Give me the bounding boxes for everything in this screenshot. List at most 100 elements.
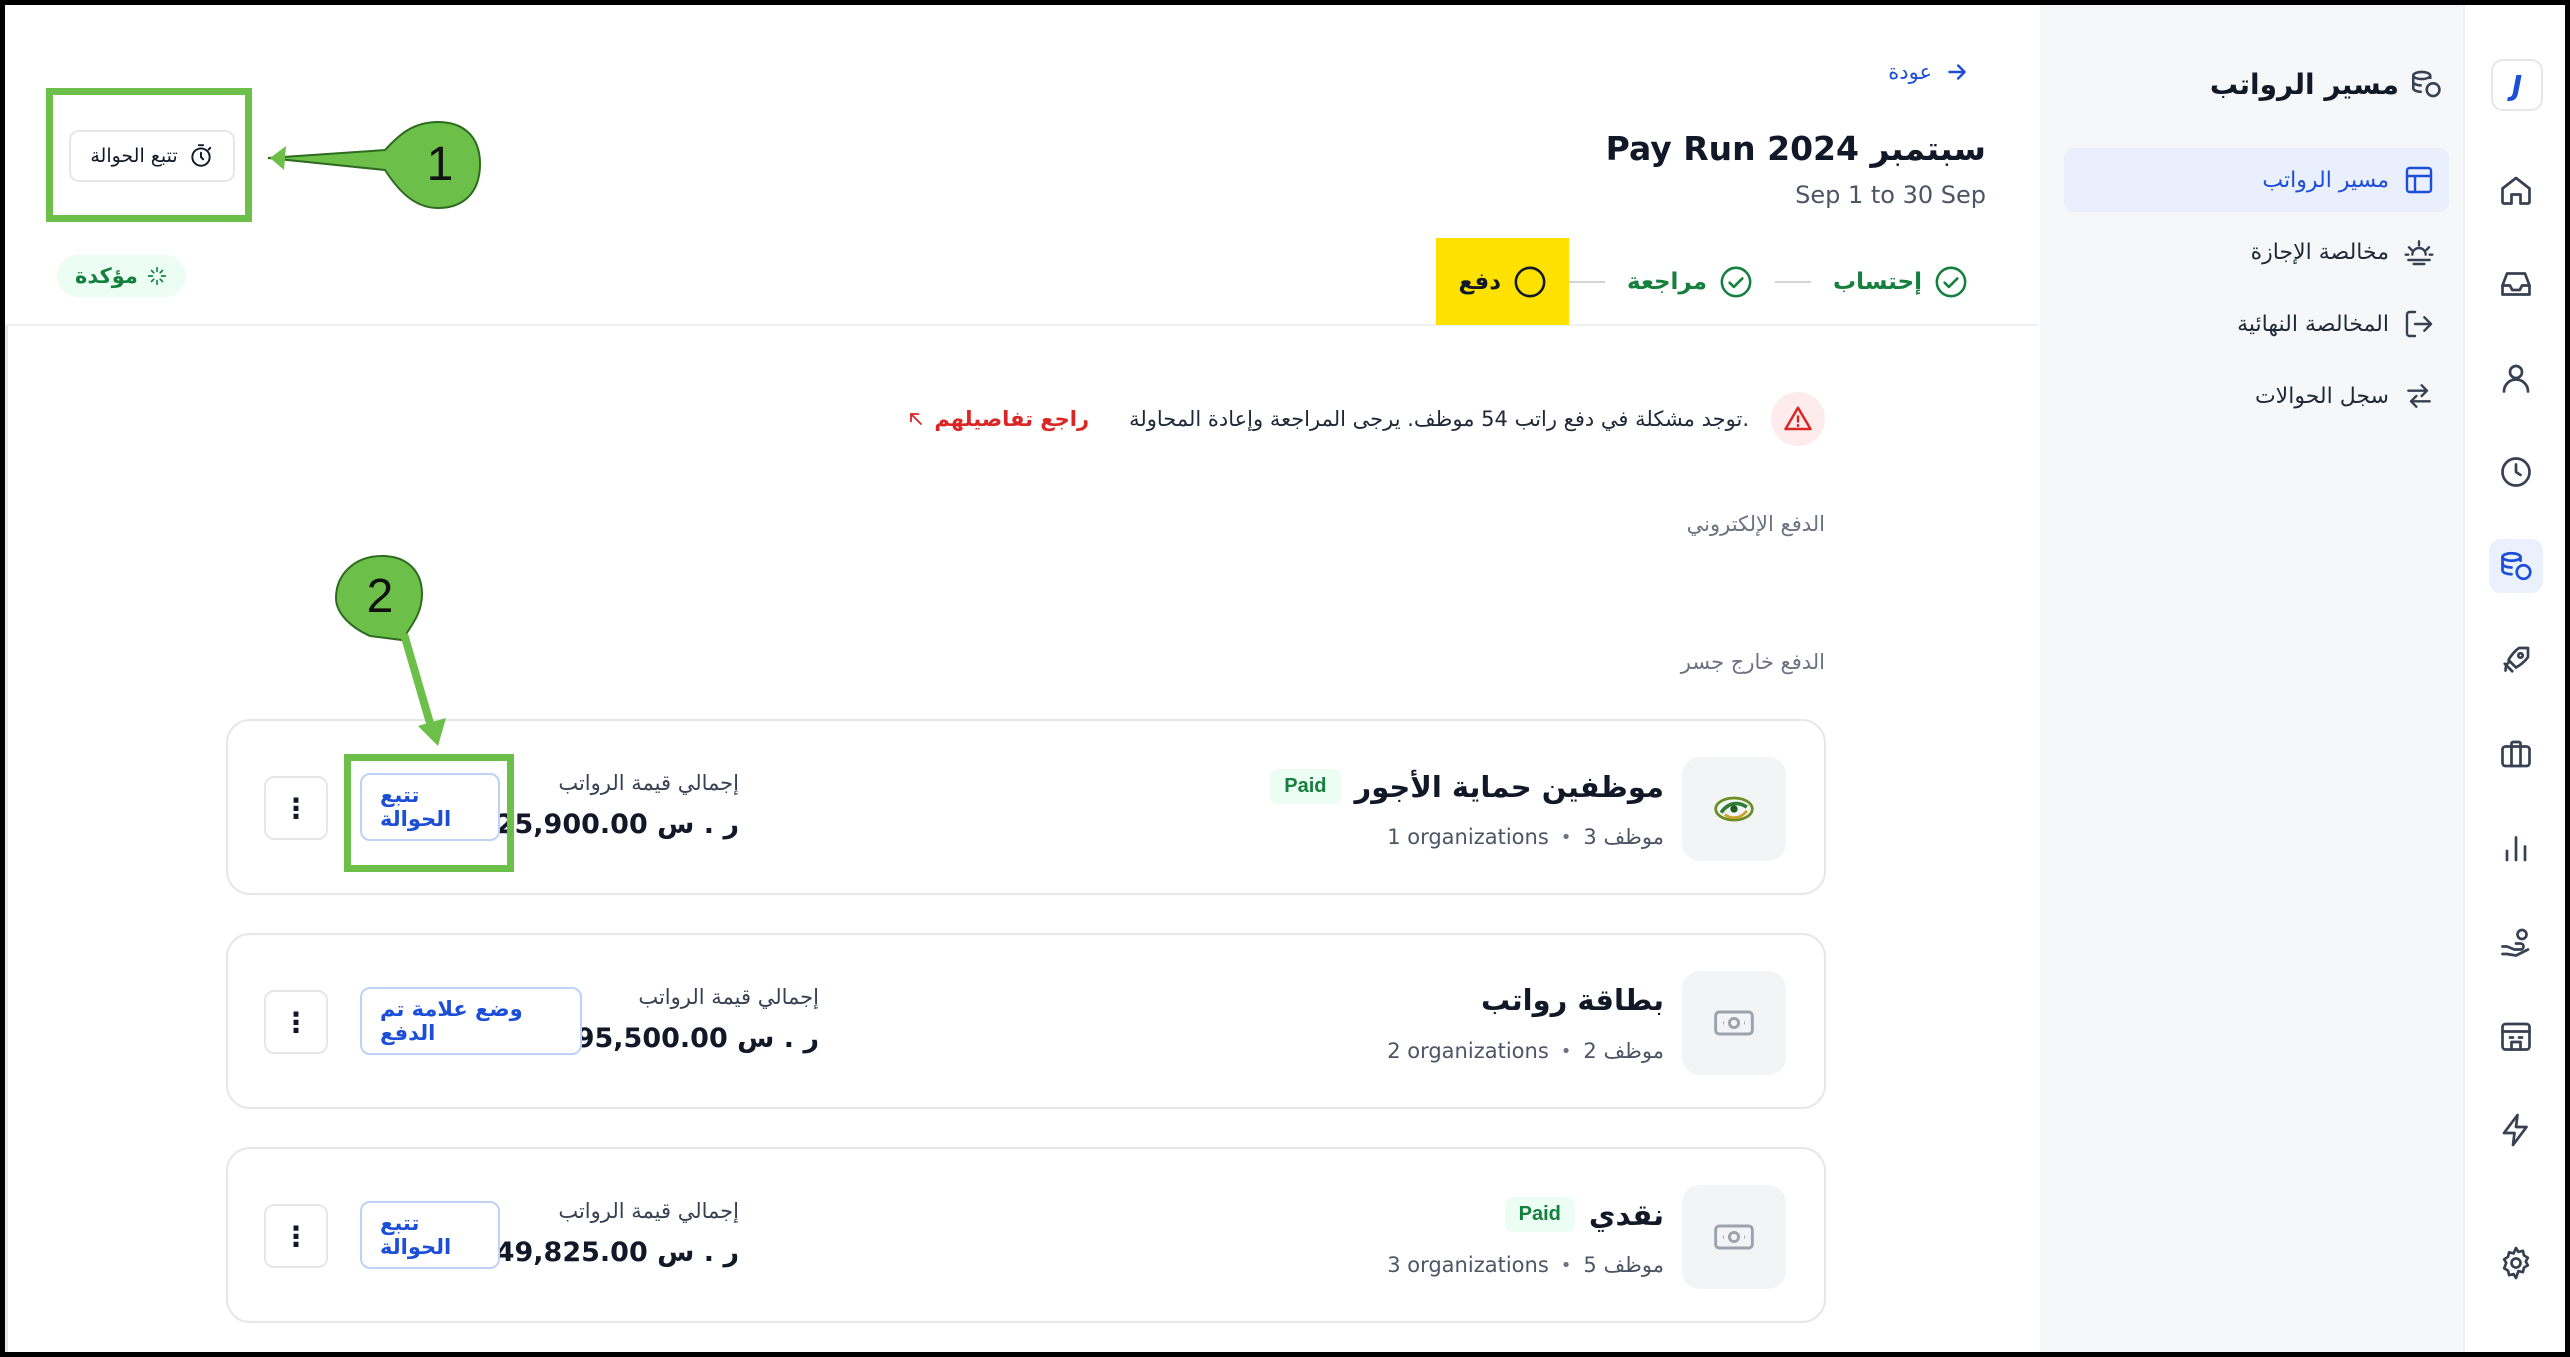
home-icon — [2501, 176, 2531, 205]
sidenav-item-label: المخالصة النهائية — [2237, 311, 2389, 337]
alert-message: توجد مشكلة في دفع راتب 54 موظف. يرجى الم… — [1129, 407, 1749, 431]
section-outside-payment: الدفع خارج جسر — [1680, 650, 1825, 674]
warning-triangle-icon — [1784, 406, 1812, 431]
more-options-button[interactable]: ⋮ — [264, 1204, 328, 1268]
more-options-button[interactable]: ⋮ — [264, 776, 328, 840]
banknote-thumb — [1682, 1185, 1786, 1289]
arrow-up-left-icon — [910, 413, 923, 425]
review-details-link[interactable]: راجع تفاصيلهم — [906, 407, 1089, 431]
step-pay[interactable]: دفع — [1436, 238, 1570, 325]
sidenav-item-payroll[interactable]: مسير الرواتب — [2064, 148, 2449, 212]
step-label: مراجعة — [1627, 268, 1707, 295]
empty-circle-icon — [1514, 266, 1546, 297]
total-label: إجمالي قيمة الرواتب — [558, 1199, 739, 1223]
app-icon-rail: J — [2463, 5, 2565, 1352]
section-electronic-payment: الدفع الإلكتروني — [1686, 512, 1825, 536]
step-calculate[interactable]: إحتساب — [1811, 238, 1990, 325]
gear-icon — [2502, 1246, 2530, 1280]
rail-time-button[interactable] — [2489, 445, 2543, 499]
paid-badge: Paid — [1504, 1197, 1575, 1232]
highlight-box-1 — [46, 88, 252, 222]
step-connector — [1569, 280, 1606, 283]
review-details-label: راجع تفاصيلهم — [934, 407, 1090, 431]
payment-method-name: بطاقة رواتب — [1481, 983, 1664, 1017]
payroll-icon — [2501, 551, 2532, 581]
rocket-icon — [2503, 646, 2530, 673]
banknote-icon — [1714, 1224, 1754, 1250]
logout-icon — [2405, 310, 2433, 338]
sidenav-item-label: سجل الحوالات — [2254, 383, 2389, 409]
rail-people-button[interactable] — [2489, 351, 2543, 405]
payroll-sidenav: مسير الرواتب مسير الرواتب مخالصة الإجازة… — [2040, 5, 2463, 1352]
user-icon — [2502, 364, 2530, 393]
sidenav-item-label: مخالصة الإجازة — [2250, 239, 2389, 265]
rail-company-button[interactable] — [2489, 1009, 2543, 1063]
separator-dot: • — [1560, 1254, 1572, 1276]
check-circle-icon — [1935, 266, 1967, 297]
employee-count: 5 موظف — [1583, 1253, 1664, 1277]
callout-2-number: 2 — [367, 570, 394, 623]
arrow-right-icon — [1948, 64, 1966, 80]
rail-inbox-button[interactable] — [2489, 257, 2543, 311]
sidenav-item-final-settlement[interactable]: المخالصة النهائية — [2064, 292, 2449, 356]
inbox-icon — [2501, 272, 2531, 296]
payment-method-name: نقدي — [1588, 1197, 1664, 1232]
banknote-thumb — [1682, 971, 1786, 1075]
callout-2: 2 — [334, 554, 446, 746]
step-review[interactable]: مراجعة — [1605, 238, 1775, 325]
wps-logo-icon — [1714, 796, 1754, 822]
sidenav-item-transfer-log[interactable]: سجل الحوالات — [2064, 364, 2449, 428]
total-value: 25,900.00 ر . س — [495, 809, 739, 840]
mark-as-paid-button[interactable]: وضع علامة تم الدفع — [360, 987, 582, 1055]
page-title: سبتمبر 2024 Pay Run — [1605, 129, 1986, 168]
briefcase-icon — [2501, 740, 2531, 768]
sidenav-title: مسير الرواتب — [2210, 67, 2443, 101]
sunset-icon — [2404, 240, 2434, 266]
track-transfer-button[interactable]: تتبع الحوالة — [360, 1201, 500, 1269]
sidenav-item-leave-settlement[interactable]: مخالصة الإجازة — [2064, 220, 2449, 284]
step-label: دفع — [1458, 268, 1502, 295]
sidenav-item-label: مسير الرواتب — [2262, 167, 2389, 193]
more-options-button[interactable]: ⋮ — [264, 990, 328, 1054]
highlight-box-2 — [344, 754, 514, 872]
total-value: 49,825.00 ر . س — [495, 1237, 739, 1268]
organization-count: 2 organizations — [1387, 1039, 1549, 1063]
payrun-header: عودة سبتمبر 2024 Pay Run Sep 1 to 30 Sep… — [5, 5, 2038, 326]
rail-automations-button[interactable] — [2489, 1103, 2543, 1157]
rail-settings-button[interactable] — [2489, 1236, 2543, 1290]
total-label: إجمالي قيمة الرواتب — [638, 985, 819, 1009]
wps-logo — [1682, 757, 1786, 861]
rail-benefits-button[interactable] — [2489, 915, 2543, 969]
organization-count: 1 organizations — [1387, 825, 1549, 849]
employee-count: 2 موظف — [1583, 1039, 1664, 1063]
table-icon — [2405, 166, 2433, 194]
organization-count: 3 organizations — [1387, 1253, 1549, 1277]
lightning-icon — [2502, 1113, 2528, 1147]
step-connector — [1774, 280, 1811, 283]
app-logo[interactable]: J — [2491, 59, 2543, 111]
step-label: إحتساب — [1832, 268, 1922, 295]
hand-coins-icon — [2501, 928, 2530, 957]
app-logo-letter: J — [2511, 68, 2523, 102]
rail-payroll-button[interactable] — [2489, 539, 2543, 593]
payrun-stepper: إحتساب مراجعة دفع — [1436, 238, 1990, 325]
rail-jobs-button[interactable] — [2489, 727, 2543, 781]
sidenav-title-label: مسير الرواتب — [2209, 67, 2399, 101]
rail-reports-button[interactable] — [2489, 821, 2543, 875]
chart-icon — [2505, 836, 2527, 862]
page-subtitle: Sep 1 to 30 Sep — [1795, 181, 1986, 209]
payment-method-card: نقدي Paid 5 موظف • 3 organizations إجمال… — [226, 1147, 1826, 1323]
back-link[interactable]: عودة — [1888, 59, 1970, 85]
sparkle-icon — [147, 266, 166, 286]
separator-dot: • — [1560, 826, 1572, 848]
rail-onboarding-button[interactable] — [2489, 633, 2543, 687]
payment-method-card: بطاقة رواتب 2 موظف • 2 organizations إجم… — [226, 933, 1826, 1109]
total-value: 95,500.00 ر . س — [575, 1023, 819, 1054]
rail-home-button[interactable] — [2489, 163, 2543, 217]
transfer-arrows-icon — [2407, 384, 2431, 408]
total-label: إجمالي قيمة الرواتب — [558, 771, 739, 795]
building-icon — [2501, 1022, 2531, 1051]
separator-dot: • — [1560, 1040, 1572, 1062]
clock-icon — [2501, 457, 2531, 487]
banknote-icon — [1714, 1010, 1754, 1036]
